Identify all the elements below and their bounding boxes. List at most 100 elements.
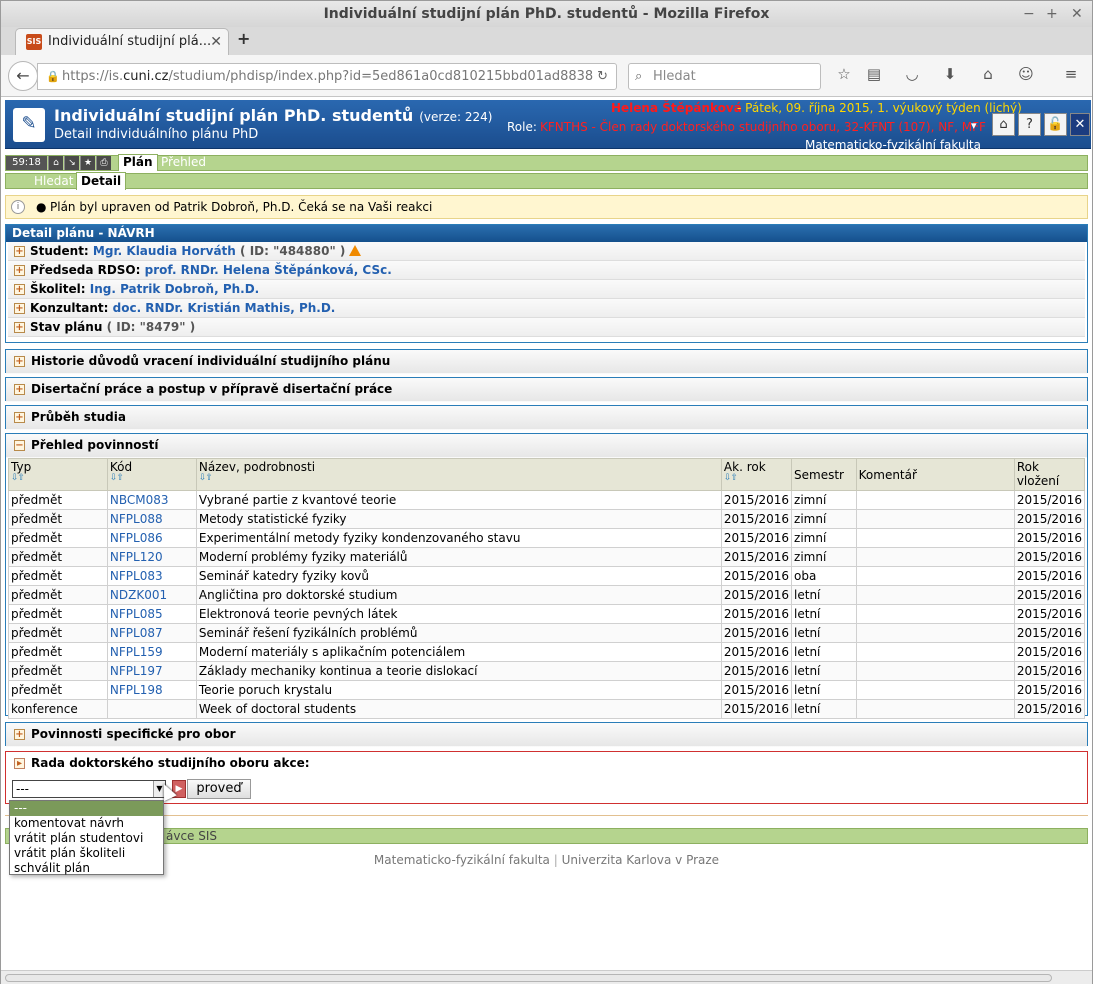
- dissertation-section-title: Disertační práce a postup v přípravě dis…: [31, 382, 393, 396]
- download-icon[interactable]: ⬇: [939, 65, 961, 83]
- skolitel-link[interactable]: Ing. Patrik Dobroň, Ph.D.: [90, 282, 259, 296]
- expand-plus-icon[interactable]: +: [14, 729, 25, 740]
- row-nazev: Seminář řešení fyzikálních problémů: [195, 623, 722, 643]
- row-kod[interactable]: NFPL197: [106, 661, 197, 681]
- action-option[interactable]: vrátit plán studentovi: [10, 831, 163, 846]
- print-icon[interactable]: ⎙: [96, 156, 111, 170]
- sort-arrows-icon[interactable]: ⇩⇧: [199, 474, 719, 483]
- row-kod[interactable]: NFPL198: [106, 680, 197, 700]
- footer-university[interactable]: Univerzita Karlova v Praze: [562, 853, 719, 867]
- expand-plus-icon[interactable]: +: [14, 384, 25, 395]
- row-akrok: 2015/2016: [720, 661, 793, 681]
- row-akrok: 2015/2016: [720, 623, 793, 643]
- row-kod[interactable]: NFPL087: [106, 623, 197, 643]
- tab-hledat[interactable]: Hledat: [34, 173, 73, 189]
- close-window-icon[interactable]: ✕: [1071, 1, 1083, 27]
- browser-tab[interactable]: SIS Individuální studijní plá... ✕: [15, 28, 229, 55]
- obligations-table: Typ ⇩⇧ Kód ⇩⇧ Název, podrobnosti ⇩⇧ Ak. rok…: [8, 458, 1086, 719]
- expand-plus-icon[interactable]: +: [14, 356, 25, 367]
- sort-arrows-icon[interactable]: ⇩⇧: [110, 474, 194, 483]
- help-icon[interactable]: ?: [1018, 113, 1041, 136]
- expand-plus-icon[interactable]: +: [14, 322, 25, 333]
- row-kod[interactable]: NDZK001: [106, 585, 197, 605]
- row-semestr: letní: [791, 623, 857, 643]
- row-kod[interactable]: NFPL159: [106, 642, 197, 662]
- dissertation-section[interactable]: + Disertační práce a postup v přípravě di…: [5, 377, 1088, 402]
- tab-detail[interactable]: Detail: [76, 172, 127, 190]
- execute-button[interactable]: proveď: [187, 779, 251, 799]
- logout-lock-icon[interactable]: 🔓: [1044, 113, 1067, 136]
- row-kod[interactable]: NFPL083: [106, 566, 197, 586]
- obligations-header[interactable]: − Přehled povinností: [6, 434, 1087, 458]
- konzultant-link[interactable]: doc. RNDr. Kristián Mathis, Ph.D.: [113, 301, 336, 315]
- reload-icon[interactable]: ↻: [597, 64, 608, 89]
- row-typ: předmět: [8, 642, 108, 662]
- predseda-row[interactable]: + Předseda RDSO: prof. RNDr. Helena Štěpá…: [8, 261, 1085, 280]
- url-bar[interactable]: 🔒 https://is.cuni.cz/studium/phdisp/inde…: [37, 63, 617, 90]
- reading-list-icon[interactable]: ▤: [863, 65, 885, 83]
- minimize-icon[interactable]: −: [1023, 1, 1035, 27]
- row-typ: předmět: [8, 528, 108, 548]
- action-option[interactable]: ---: [10, 801, 163, 816]
- row-nazev: Metody statistické fyziky: [195, 509, 722, 529]
- hello-icon[interactable]: ☺: [1015, 65, 1037, 83]
- role-dropdown-icon[interactable]: ▾: [971, 119, 977, 132]
- expand-plus-icon[interactable]: +: [14, 265, 25, 276]
- close-tab-icon[interactable]: ✕: [210, 29, 222, 55]
- hamburger-menu-icon[interactable]: ≡: [1060, 65, 1082, 83]
- horizontal-scrollbar[interactable]: [1, 970, 1092, 984]
- scrollbar-thumb[interactable]: [5, 974, 1052, 982]
- row-kod[interactable]: NFPL088: [106, 509, 197, 529]
- bullet: ●: [36, 200, 47, 214]
- row-kod[interactable]: NFPL086: [106, 528, 197, 548]
- action-select[interactable]: --- ▼: [12, 780, 166, 798]
- row-kod[interactable]: NFPL085: [106, 604, 197, 624]
- history-section[interactable]: + Historie důvodů vracení individuální st…: [5, 349, 1088, 374]
- action-option[interactable]: vrátit plán školiteli: [10, 846, 163, 861]
- row-rok: 2015/2016: [1013, 509, 1086, 529]
- new-tab-icon[interactable]: +: [237, 29, 250, 48]
- sort-arrows-icon[interactable]: ⇩⇧: [11, 474, 105, 483]
- sort-arrows-icon[interactable]: ⇩⇧: [724, 474, 789, 483]
- search-input[interactable]: ⌕ Hledat: [628, 63, 821, 90]
- expand-plus-icon[interactable]: +: [14, 246, 25, 257]
- row-nazev: Moderní materiály s aplikačním potenciál…: [195, 642, 722, 662]
- tab-prehled[interactable]: Přehled: [161, 155, 206, 170]
- bottom-bar-text[interactable]: ávce SIS: [166, 829, 217, 843]
- expand-plus-icon[interactable]: +: [14, 303, 25, 314]
- action-option[interactable]: schválit plán: [10, 861, 163, 876]
- konzultant-row[interactable]: + Konzultant: doc. RNDr. Kristián Mathis,…: [8, 299, 1085, 318]
- student-link[interactable]: Mgr. Klaudia Horváth: [93, 244, 236, 258]
- row-kod[interactable]: NFPL120: [106, 547, 197, 567]
- expand-plus-icon[interactable]: +: [14, 284, 25, 295]
- maximize-icon[interactable]: +: [1046, 1, 1058, 27]
- study-progress-section[interactable]: + Průběh studia: [5, 405, 1088, 430]
- obligations-title: Přehled povinností: [31, 438, 159, 452]
- specific-obligations-section[interactable]: + Povinnosti specifické pro obor: [5, 722, 1088, 747]
- row-kod[interactable]: NBCM083: [106, 490, 197, 510]
- row-semestr: letní: [791, 661, 857, 681]
- collapse-minus-icon[interactable]: −: [14, 440, 25, 451]
- arrow-small-icon[interactable]: ↘: [64, 156, 79, 170]
- action-option[interactable]: komentovat návrh: [10, 816, 163, 831]
- url-domain: cuni.cz: [123, 69, 169, 84]
- english-flag-icon[interactable]: ✕: [1070, 113, 1090, 136]
- row-rok: 2015/2016: [1013, 528, 1086, 548]
- stav-row[interactable]: + Stav plánu ( ID: "8479" ): [8, 318, 1085, 337]
- sis-home-icon[interactable]: ⌂: [992, 113, 1015, 136]
- home-small-icon[interactable]: ⌂: [48, 156, 63, 170]
- pocket-icon[interactable]: ◡: [901, 65, 923, 83]
- expand-plus-icon[interactable]: +: [14, 412, 25, 423]
- student-row[interactable]: + Student: Mgr. Klaudia Horváth ( ID: "48…: [8, 242, 1085, 261]
- favorite-star-icon[interactable]: ★: [80, 156, 95, 170]
- skolitel-row[interactable]: + Školitel: Ing. Patrik Dobroň, Ph.D.: [8, 280, 1085, 299]
- predseda-link[interactable]: prof. RNDr. Helena Štěpánková, CSc.: [145, 263, 392, 277]
- user-name[interactable]: Helena Štěpánková: [611, 101, 742, 115]
- home-icon[interactable]: ⌂: [977, 65, 999, 83]
- bookmark-star-icon[interactable]: ☆: [833, 65, 855, 83]
- footer-faculty[interactable]: Matematicko-fyzikální fakulta: [374, 853, 550, 867]
- tab-plan[interactable]: Plán: [118, 154, 158, 171]
- back-arrow-icon[interactable]: ←: [8, 61, 38, 91]
- row-typ: předmět: [8, 604, 108, 624]
- role-value[interactable]: KFNTHS - Člen rady doktorského studijníh…: [540, 120, 986, 134]
